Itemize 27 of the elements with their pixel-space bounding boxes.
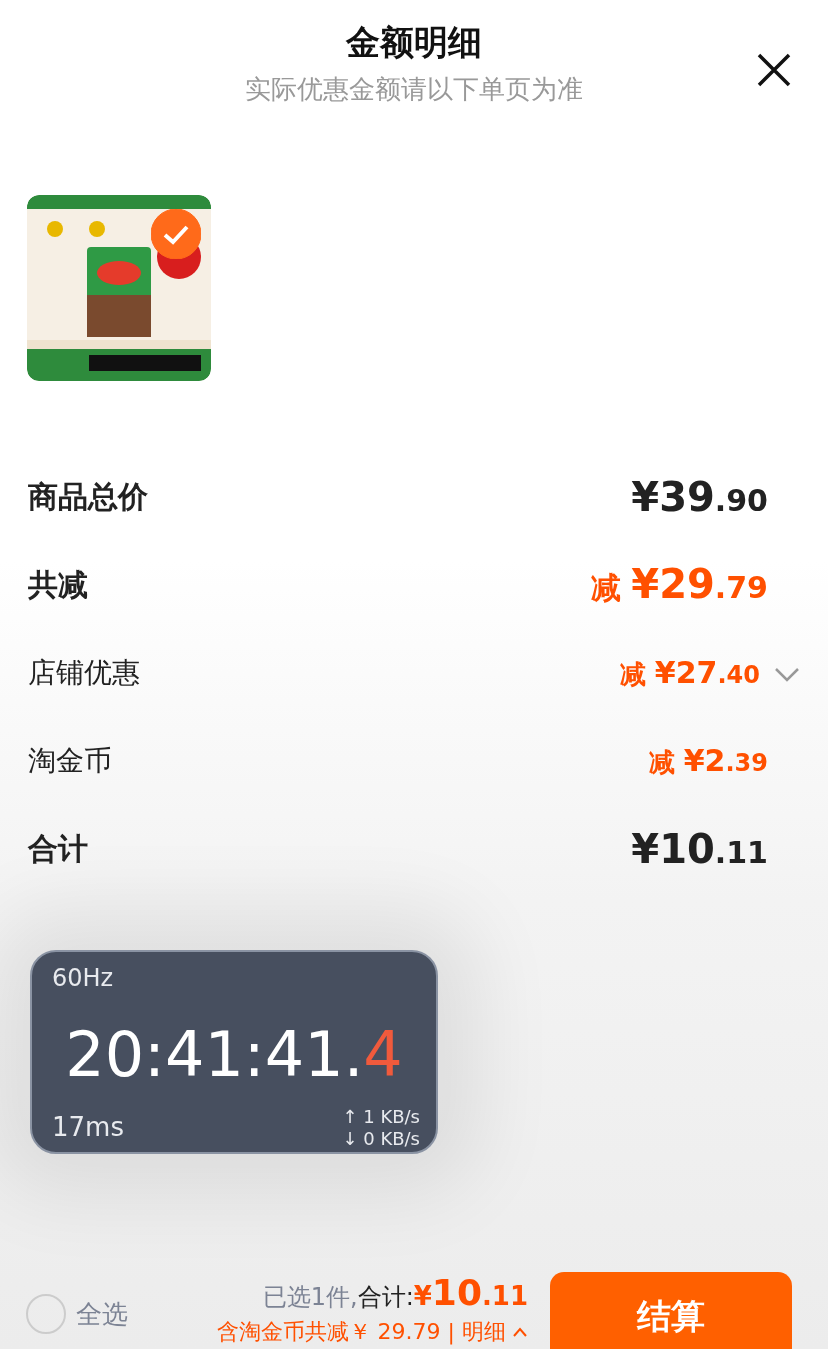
price-text: ¥39.90 <box>631 474 768 520</box>
total-price: ¥10.11 <box>413 1272 528 1313</box>
check-icon[interactable] <box>151 209 201 259</box>
price-text: ¥10.11 <box>631 826 768 872</box>
savings-link[interactable]: 含淘金币共减￥ 29.79 | 明细 <box>216 1317 506 1347</box>
sheet-title: 金额明细 <box>346 21 482 64</box>
total-label: 合计: <box>357 1282 414 1313</box>
caret-up-icon[interactable] <box>512 1327 528 1337</box>
close-icon[interactable] <box>756 52 792 88</box>
row-label: 共减 <box>28 565 88 604</box>
latency-text: 17ms <box>52 1112 124 1142</box>
price-text: 减 ¥27.40 <box>619 654 760 692</box>
sheet-subtitle: 实际优惠金额请以下单页为准 <box>245 73 583 106</box>
row-label: 淘金币 <box>28 743 112 779</box>
price-text: 减 ¥29.79 <box>590 561 768 609</box>
row-label: 合计 <box>28 829 88 868</box>
refresh-rate: 60Hz <box>52 964 114 992</box>
select-all-checkbox[interactable]: 全选 <box>26 1294 128 1334</box>
chevron-down-icon[interactable] <box>774 666 800 683</box>
checkout-button[interactable]: 结算 <box>550 1272 792 1349</box>
download-speed: ↓ 0 KB/s <box>342 1128 420 1150</box>
selected-count: 已选1件, <box>262 1282 358 1313</box>
row-label: 商品总价 <box>28 477 148 516</box>
row-label: 店铺优惠 <box>28 655 140 691</box>
upload-speed: ↑ 1 KB/s <box>342 1106 420 1128</box>
price-text: 减 ¥2.39 <box>648 742 768 780</box>
clock-time: 20:41:41.4 <box>64 1018 404 1091</box>
